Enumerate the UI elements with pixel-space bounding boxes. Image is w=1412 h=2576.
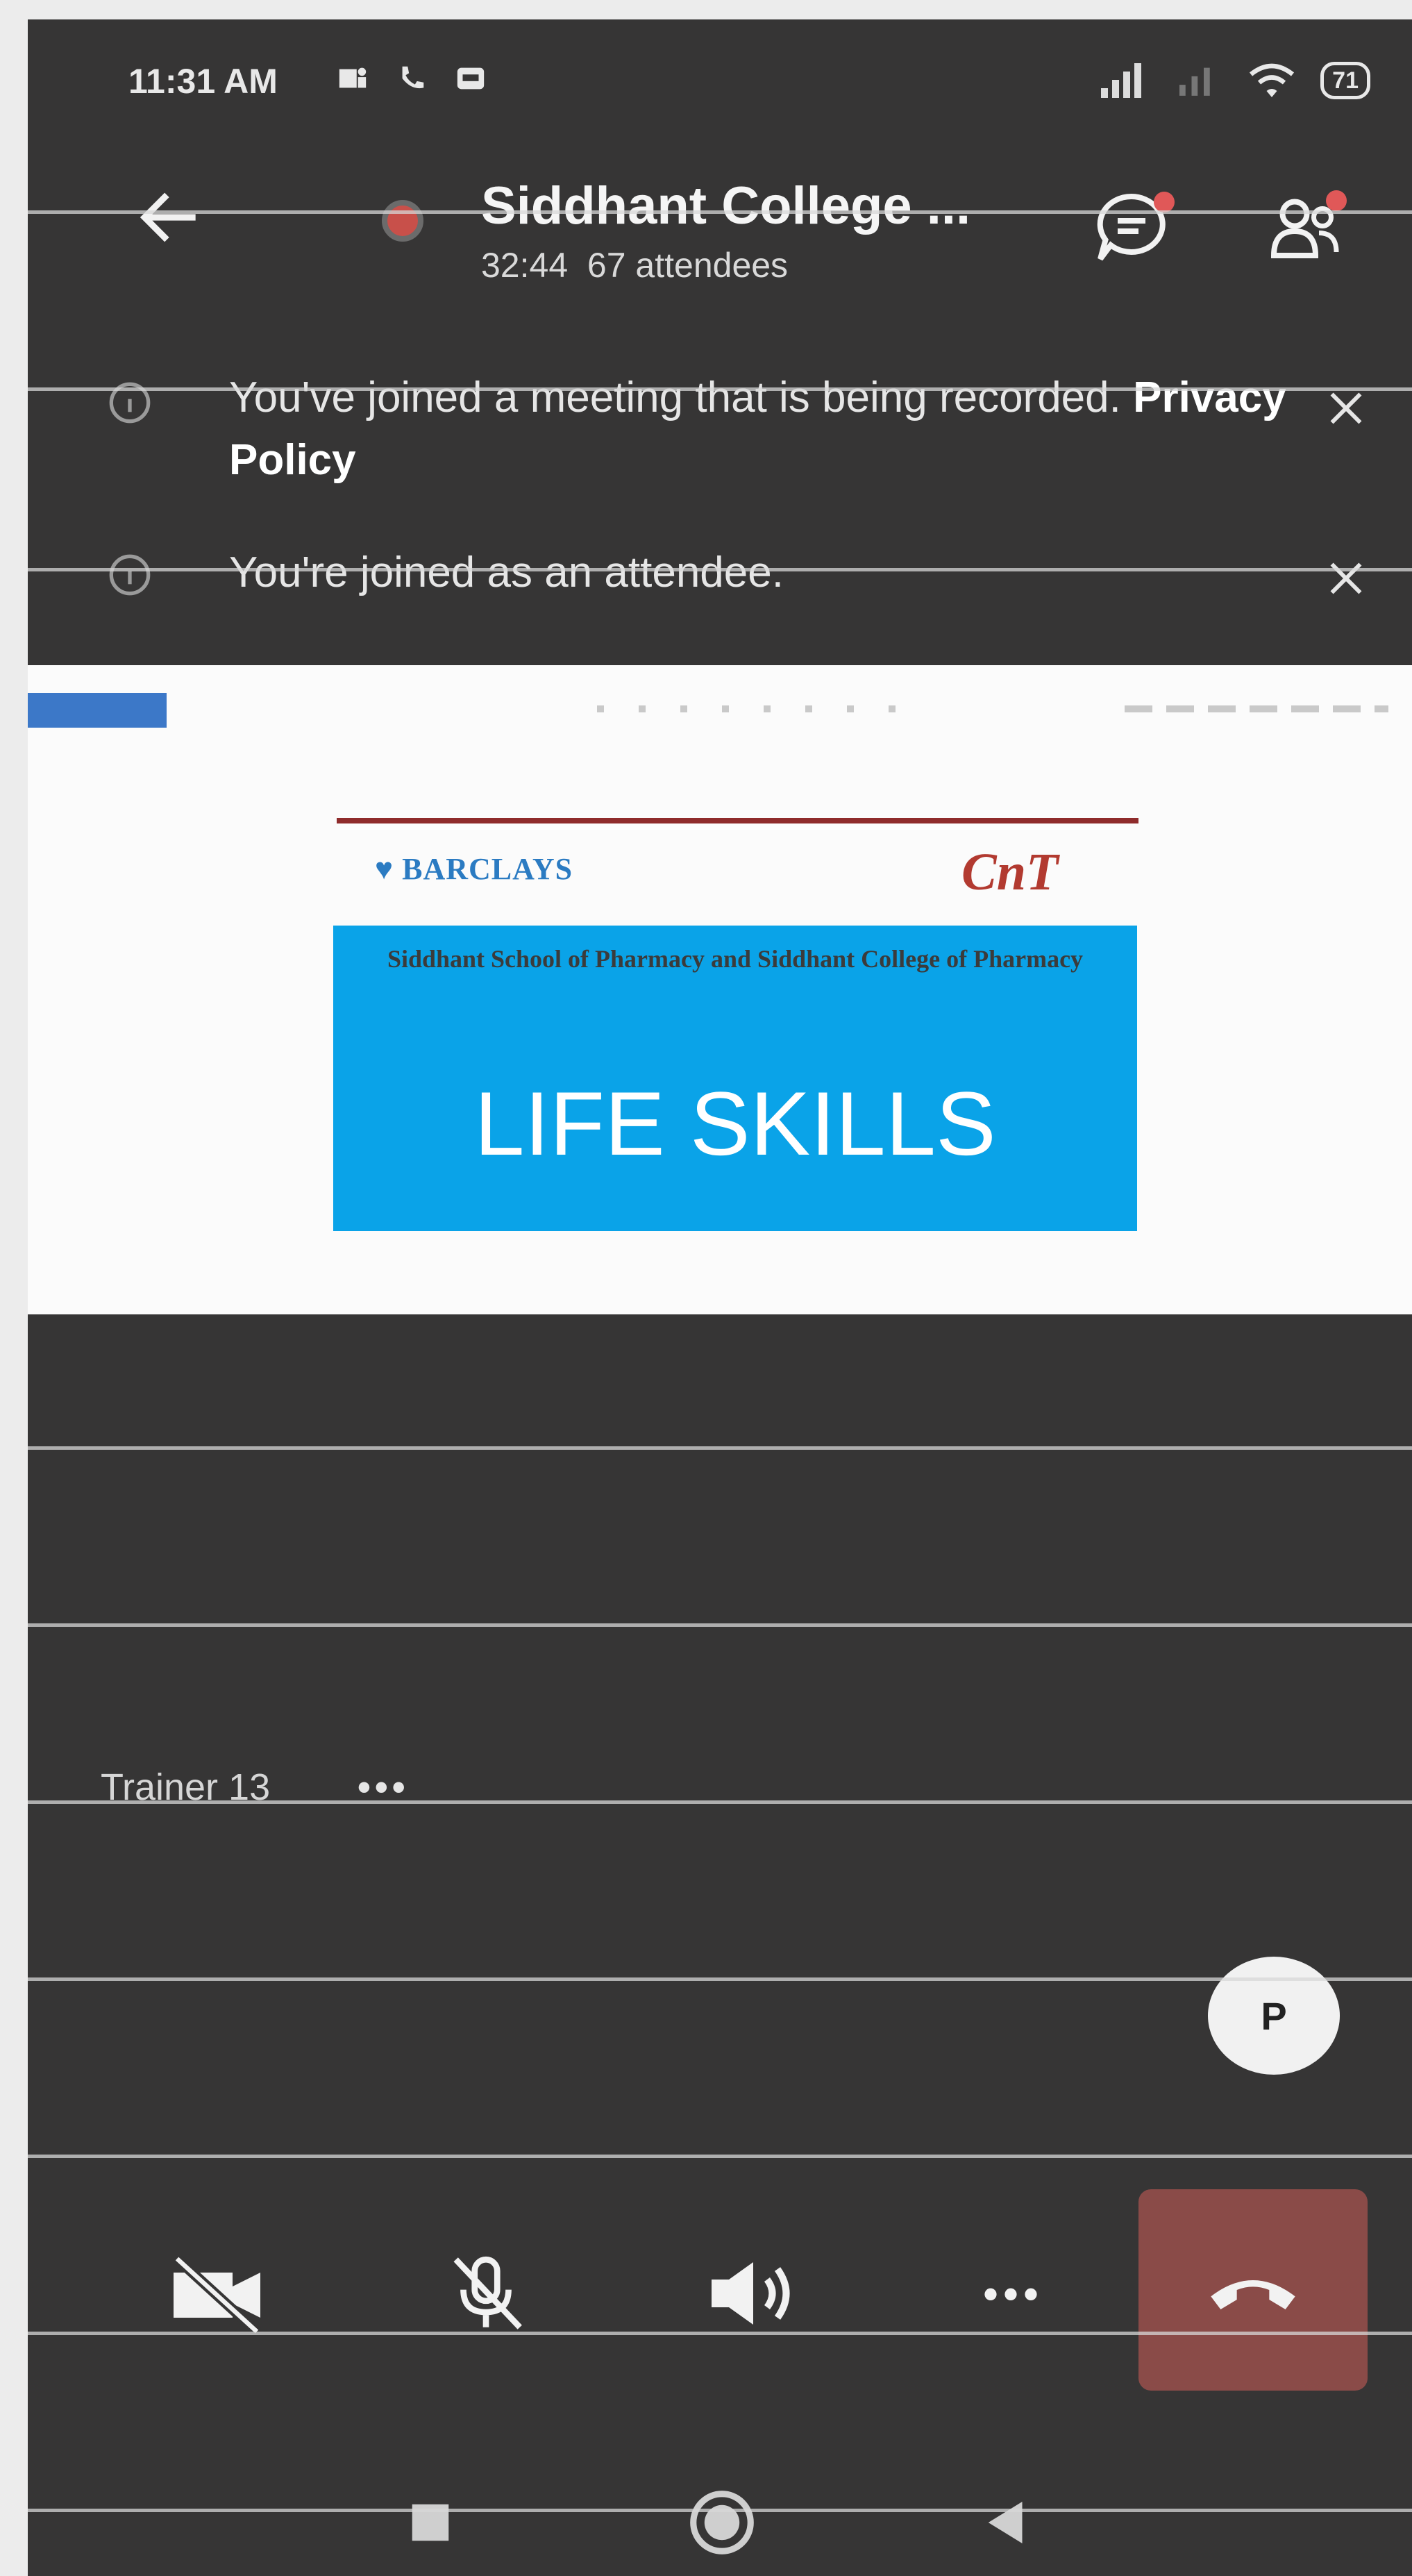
meeting-duration: 32:44 [481,246,569,285]
shared-toolbar-controls [597,705,902,712]
home-icon[interactable] [684,2484,760,2561]
call-icon [402,66,424,89]
camera-off-icon [173,2255,261,2335]
teams-icon [339,67,367,88]
status-right: 71 [1098,60,1370,101]
scan-line [28,210,1412,214]
navigation-bar [28,2464,1412,2575]
meeting-header: Siddhant College ... 32:44 67 attendees [28,158,1412,311]
slide-title-box: Siddhant School of Pharmacy and Siddhant… [333,926,1137,1231]
close-icon[interactable] [1322,384,1370,433]
call-controls: ••• [28,2189,1412,2398]
camera-button[interactable] [149,2189,288,2398]
scan-line [28,1800,1412,1804]
meeting-subtitle: 32:44 67 attendees [481,245,788,285]
chat-notification-dot [1154,192,1175,212]
recording-dot-icon [382,200,423,242]
status-time: 11:31 AM [128,62,278,101]
scan-line [28,1623,1412,1627]
shared-toolbar-button [28,693,167,728]
shared-toolbar [28,665,1412,748]
speaker-button[interactable] [684,2189,823,2398]
scan-line [28,2155,1412,2158]
speaker-icon [712,2262,790,2325]
status-bar: 11:31 AM 71 [28,19,1412,144]
attendee-count: 67 attendees [587,246,789,285]
scan-line [28,387,1412,391]
barclays-logo: ♥ BARCLAYS [375,851,573,887]
recents-icon[interactable] [399,2491,462,2554]
mic-off-icon [453,2256,522,2330]
recording-notification-text: You've joined a meeting that is being re… [229,367,1412,492]
shared-screen[interactable]: ♥ BARCLAYS CnT Siddhant School of Pharma… [28,665,1412,1314]
battery-level: 71 [1320,62,1370,99]
close-icon[interactable] [1322,554,1370,603]
scan-line [28,568,1412,571]
shared-toolbar-right [1125,705,1388,712]
participant-avatar[interactable]: P [1208,1957,1340,2075]
scan-line [28,1977,1412,1981]
microphone-button[interactable] [417,2189,555,2398]
barclays-logo-text: BARCLAYS [402,852,573,886]
scan-line [28,2332,1412,2335]
attendee-notification: You're joined as an attendee. [28,533,1412,617]
recording-message: You've joined a meeting that is being re… [229,374,1121,421]
meeting-title[interactable]: Siddhant College ... [481,176,970,236]
wifi-icon [1250,63,1295,97]
signal-icon [1101,63,1142,98]
scan-line [28,2509,1412,2512]
back-nav-icon[interactable] [975,2491,1038,2554]
meeting-screen: 11:31 AM 71 Siddhant College ... 32:44 6… [28,19,1412,2576]
participants-notification-dot [1326,190,1347,211]
slide-divider [337,818,1138,823]
back-arrow-icon[interactable] [132,179,208,256]
participants-button[interactable] [1263,186,1354,269]
message-icon [457,67,485,90]
info-icon [109,554,151,596]
partner-logo: CnT [961,843,1059,901]
attendee-notification-text: You're joined as an attendee. [229,549,784,596]
chat-button[interactable] [1090,186,1180,269]
more-options-button[interactable]: ••• [944,2189,1083,2398]
heart-icon: ♥ [375,852,394,886]
slide-heading: LIFE SKILLS [474,1073,996,1174]
scan-line [28,1446,1412,1450]
hang-up-button[interactable] [1138,2189,1368,2391]
signal-2-icon [1179,67,1210,96]
slide-institution: Siddhant School of Pharmacy and Siddhant… [387,945,1084,973]
recording-notification: You've joined a meeting that is being re… [28,346,1412,485]
hangup-icon [1211,2280,1295,2309]
